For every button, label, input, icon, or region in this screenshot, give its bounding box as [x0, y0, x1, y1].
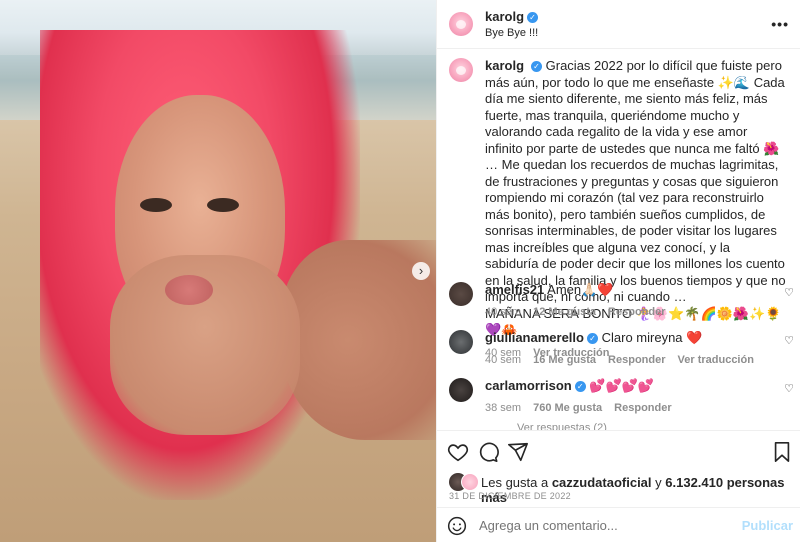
heart-icon[interactable]: ♡ — [784, 334, 794, 347]
comment-time[interactable]: 38 sem — [485, 402, 521, 414]
right-eye — [207, 198, 239, 212]
liker-avatar[interactable] — [461, 473, 479, 491]
comment-avatar[interactable] — [449, 330, 473, 354]
comment-text: Amen🙏🏻❤️ — [547, 282, 614, 297]
author-block: karolg ✓ Bye Bye !!! — [485, 9, 538, 39]
verified-badge-icon: ✓ — [586, 333, 598, 345]
heart-icon[interactable]: ♡ — [784, 286, 794, 299]
next-photo-button[interactable]: › — [412, 262, 430, 280]
verified-badge-icon: ✓ — [574, 381, 586, 393]
heart-icon[interactable]: ♡ — [784, 382, 794, 395]
left-eye — [140, 198, 172, 212]
post-date[interactable]: 31 DE DICIEMBRE DE 2022 — [449, 491, 571, 501]
comment-time[interactable]: 40 sem — [485, 306, 521, 318]
likes-mid: y — [651, 475, 666, 490]
comment-avatar[interactable] — [449, 378, 473, 402]
likes-user[interactable]: cazzudataoficial — [552, 475, 652, 490]
bookmark-icon[interactable] — [771, 441, 793, 463]
comment-text: 💕💕💕💕 — [589, 378, 655, 393]
comment-likes[interactable]: 16 Me gusta — [533, 354, 596, 366]
comment-avatar[interactable] — [449, 282, 473, 306]
caption-text: Gracias 2022 por lo difícil que fuiste p… — [485, 58, 786, 304]
comment-reply-button[interactable]: Responder — [614, 402, 671, 414]
share-icon[interactable] — [507, 441, 529, 463]
comment-translate-link[interactable]: Ver traducción — [678, 354, 754, 366]
likes-prefix: Les gusta a — [481, 475, 552, 490]
view-replies-link[interactable]: Ver respuestas (2) — [517, 422, 607, 430]
comment-time[interactable]: 40 sem — [485, 354, 521, 366]
comment-3: carlamorrison ✓ 💕💕💕💕 38 sem 760 Me gusta Re… — [485, 378, 775, 414]
add-comment-bar: Publicar — [437, 507, 800, 544]
post-actions: Les gusta a cazzudataoficial y 6.132.410… — [437, 430, 800, 543]
author-avatar[interactable] — [449, 12, 473, 36]
add-comment-input[interactable] — [479, 518, 729, 533]
post-panel: karolg ✓ Bye Bye !!! ••• karolg ✓ Gracias … — [436, 0, 800, 542]
caption-username[interactable]: karolg — [485, 58, 524, 73]
caption-avatar[interactable] — [449, 58, 473, 82]
comment-username[interactable]: carlamorrison — [485, 378, 572, 393]
comment-reply-button[interactable]: Responder — [608, 306, 665, 318]
comment-likes[interactable]: 760 Me gusta — [533, 402, 602, 414]
comment-1: amelfis21 Amen🙏🏻❤️ 40 sem 12 Me gusta Resp… — [485, 282, 775, 318]
comment-meta: 40 sem 12 Me gusta Responder — [485, 306, 775, 318]
verified-badge-icon: ✓ — [531, 61, 543, 73]
comment-meta: 38 sem 760 Me gusta Responder — [485, 402, 775, 414]
lips — [165, 275, 213, 305]
publish-button[interactable]: Publicar — [742, 518, 793, 533]
heart-icon[interactable] — [447, 441, 469, 463]
emoji-icon[interactable] — [447, 516, 469, 538]
post-image[interactable]: › — [0, 0, 436, 542]
more-icon[interactable]: ••• — [771, 16, 789, 32]
comment-2: giullianamerello ✓ Claro mireyna ❤️ 40 se… — [485, 330, 780, 366]
comment-likes[interactable]: 12 Me gusta — [533, 306, 596, 318]
comment-username[interactable]: amelfis21 — [485, 282, 544, 297]
chevron-right-icon: › — [418, 263, 424, 278]
post-header: karolg ✓ Bye Bye !!! ••• — [437, 0, 800, 49]
author-username[interactable]: karolg — [485, 9, 524, 24]
comment-meta: 40 sem 16 Me gusta Responder Ver traducción — [485, 354, 780, 366]
comment-username[interactable]: giullianamerello — [485, 330, 584, 345]
post-location[interactable]: Bye Bye !!! — [485, 27, 538, 39]
comment-text: Claro mireyna ❤️ — [601, 330, 703, 345]
verified-badge-icon: ✓ — [527, 12, 539, 24]
comment-icon[interactable] — [477, 441, 499, 463]
comment-reply-button[interactable]: Responder — [608, 354, 665, 366]
